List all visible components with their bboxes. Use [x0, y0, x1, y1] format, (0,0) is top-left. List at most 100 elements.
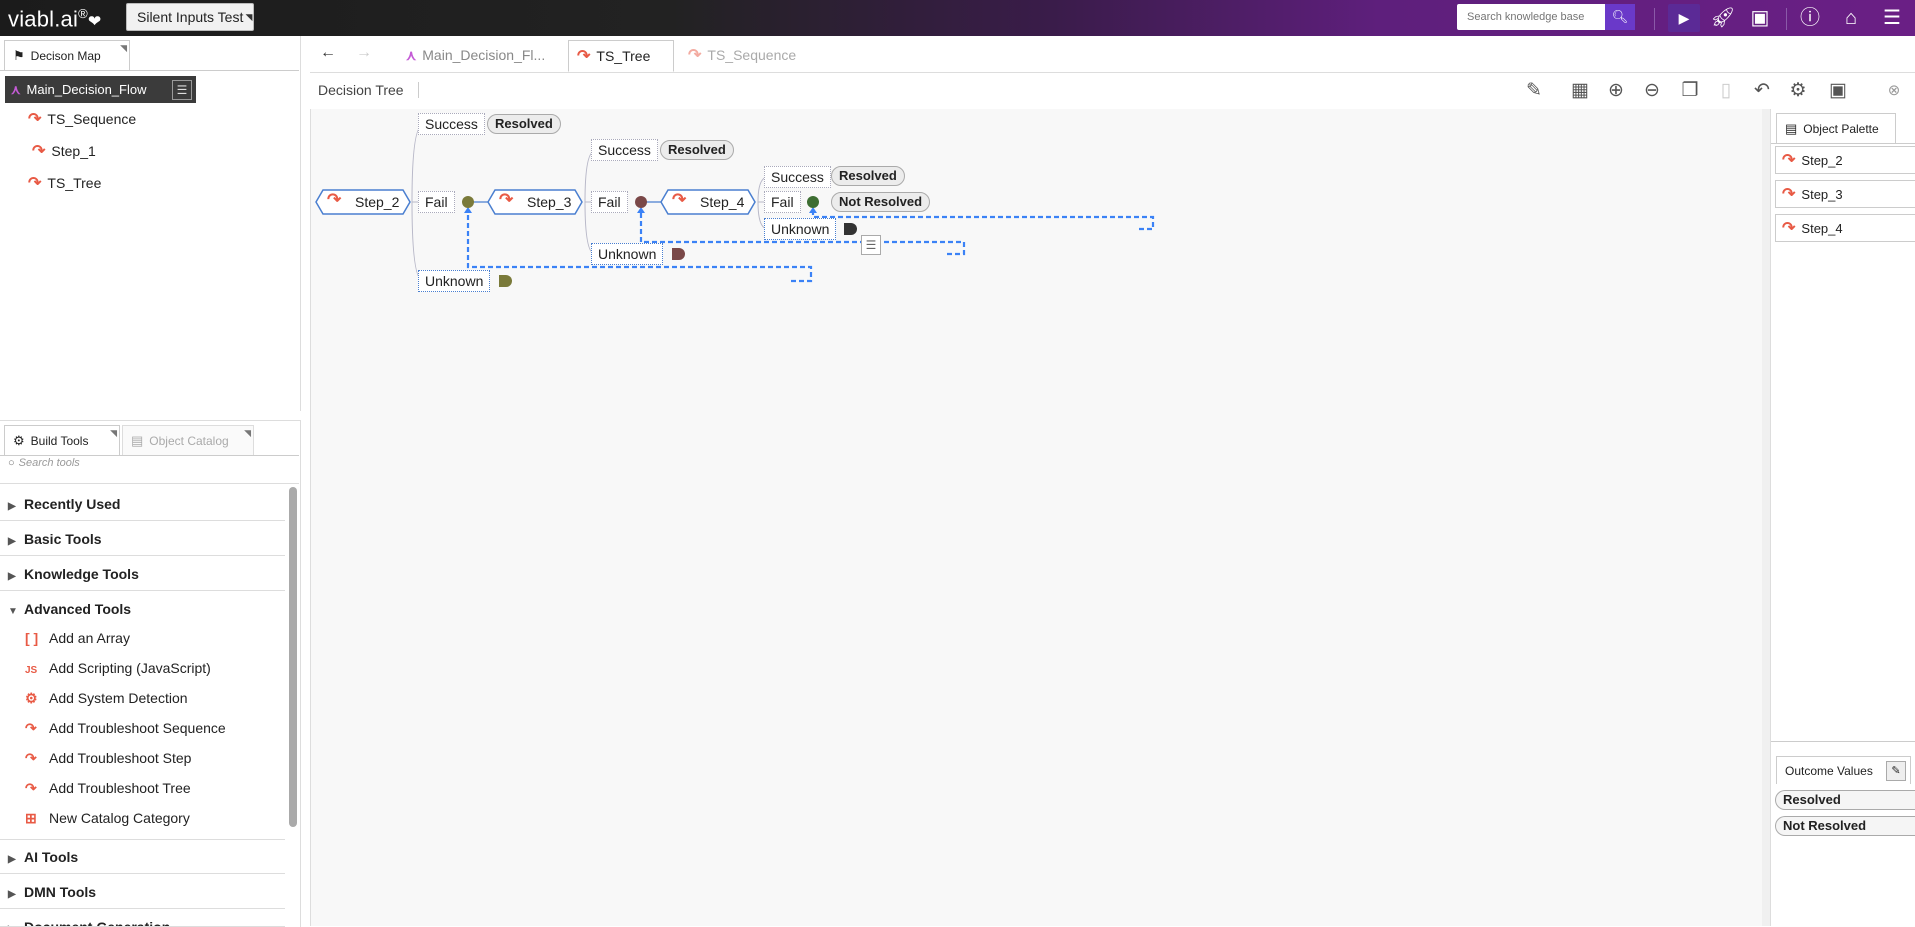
- brand-logo[interactable]: viabl.ai®❤: [8, 6, 101, 32]
- outcome-resolved[interactable]: Resolved: [831, 166, 905, 186]
- tool-add-scripting[interactable]: JS Add Scripting (JavaScript): [25, 655, 211, 681]
- tab-ts-tree[interactable]: ↷ TS_Tree: [568, 40, 674, 72]
- step-label: Step_3: [527, 194, 572, 210]
- tree-item-ts-tree[interactable]: ↷ TS_Tree: [28, 170, 101, 196]
- tab-object-catalog[interactable]: ▤ Object Catalog ◥: [122, 425, 254, 455]
- tree-node-step-2[interactable]: ↷ Step_2: [315, 189, 411, 215]
- link-dot[interactable]: [635, 196, 647, 208]
- category-basic-tools[interactable]: ▶ Basic Tools: [0, 522, 285, 556]
- category-knowledge-tools[interactable]: ▶ Knowledge Tools: [0, 557, 285, 591]
- tree-item-step-1[interactable]: ↷ Step_1: [32, 138, 96, 164]
- tab-build-tools[interactable]: ⚙ Build Tools ◥: [4, 425, 120, 455]
- zoom-out-icon[interactable]: ⊖: [1638, 79, 1666, 103]
- outcome-not-resolved[interactable]: Not Resolved: [831, 192, 931, 212]
- tree-node-step-3[interactable]: ↷ Step_3: [487, 189, 583, 215]
- toolbar-divider: [1786, 8, 1787, 30]
- caret-right-icon: ▶: [8, 889, 16, 900]
- link-dot[interactable]: [462, 196, 474, 208]
- run-button[interactable]: ▶: [1668, 4, 1700, 32]
- divider: [0, 483, 299, 484]
- settings-gear-icon[interactable]: ⚙: [1784, 79, 1812, 103]
- palette-item-step-2[interactable]: ↷ Step_2: [1775, 146, 1915, 174]
- branch-fail[interactable]: Fail: [764, 191, 801, 213]
- tool-label: Add an Array: [49, 630, 130, 646]
- zoom-in-icon[interactable]: ⊕: [1602, 79, 1630, 103]
- scrollbar[interactable]: [289, 487, 297, 827]
- tool-search-input[interactable]: ○ Search tools: [8, 457, 288, 477]
- category-recently-used[interactable]: ▶ Recently Used: [0, 487, 285, 521]
- category-document-generation[interactable]: ▶Document Generation: [0, 910, 285, 927]
- undo-icon[interactable]: ↶: [1748, 79, 1776, 103]
- tool-add-troubleshoot-step[interactable]: ↷ Add Troubleshoot Step: [25, 745, 191, 771]
- dropdown-corner-icon: ◥: [245, 12, 253, 22]
- branch-fail[interactable]: Fail: [591, 191, 628, 213]
- tree-item-ts-sequence[interactable]: ↷ TS_Sequence: [28, 106, 136, 132]
- ts-step-icon: ↷: [1782, 186, 1796, 203]
- outcome-value-resolved[interactable]: Resolved: [1775, 790, 1915, 810]
- outcome-value-not-resolved[interactable]: Not Resolved: [1775, 816, 1915, 836]
- ts-sequence-icon: ↷: [28, 111, 42, 128]
- copy-icon[interactable]: ❐: [1676, 79, 1704, 103]
- paste-icon[interactable]: ▯: [1712, 79, 1740, 103]
- outcome-resolved[interactable]: Resolved: [487, 114, 561, 134]
- tool-add-system-detection[interactable]: ⚙ Add System Detection: [25, 685, 188, 711]
- category-advanced-tools[interactable]: ▼ Advanced Tools: [0, 592, 285, 626]
- back-arrow-icon[interactable]: ←: [320, 44, 336, 62]
- forward-arrow-icon[interactable]: →: [356, 44, 372, 62]
- category-ai-tools[interactable]: ▶ AI Tools: [0, 840, 285, 874]
- tool-add-troubleshoot-sequence[interactable]: ↷ Add Troubleshoot Sequence: [25, 715, 226, 741]
- palette-item-step-3[interactable]: ↷ Step_3: [1775, 180, 1915, 208]
- category-label: Advanced Tools: [24, 601, 132, 617]
- help-button[interactable]: ⓘ: [1794, 4, 1826, 32]
- link-gate[interactable]: [499, 275, 512, 287]
- ts-tree-icon: ↷: [25, 780, 37, 796]
- edit-pencil-icon[interactable]: ✎: [1520, 79, 1548, 103]
- ts-step-icon: ↷: [32, 143, 46, 160]
- tab-object-palette[interactable]: ▤ Object Palette: [1776, 113, 1896, 143]
- caret-right-icon: ▶: [8, 854, 16, 865]
- branch-fail[interactable]: Fail: [418, 191, 455, 213]
- node-menu-icon[interactable]: ☰: [861, 235, 881, 255]
- save-icon[interactable]: ▣: [1824, 79, 1852, 103]
- tree-node-step-4[interactable]: ↷ Step_4: [660, 189, 756, 215]
- tab-main-decision-flow[interactable]: ⋏ Main_Decision_Fl...: [398, 40, 553, 72]
- branch-success[interactable]: Success: [418, 113, 485, 135]
- home-button[interactable]: ⌂: [1835, 4, 1867, 32]
- decision-tree-canvas[interactable]: ↷ Step_2 ↷ Step_3 ↷ Step_4 Success Resol…: [310, 109, 1763, 926]
- category-label: Knowledge Tools: [24, 566, 139, 582]
- link-dot[interactable]: [807, 196, 819, 208]
- tree-item-main-decision-flow[interactable]: ⋏ Main_Decision_Flow ☰: [5, 76, 196, 103]
- panel-splitter[interactable]: [1762, 109, 1770, 926]
- link-gate[interactable]: [844, 223, 857, 235]
- layout-icon[interactable]: ▦: [1566, 79, 1594, 103]
- search-button[interactable]: 🔍︎: [1605, 4, 1635, 30]
- project-name-button[interactable]: Silent Inputs Test ◥: [126, 3, 255, 31]
- outcome-resolved[interactable]: Resolved: [660, 140, 734, 160]
- tool-add-troubleshoot-tree[interactable]: ↷ Add Troubleshoot Tree: [25, 775, 191, 801]
- branch-unknown[interactable]: Unknown: [418, 270, 491, 292]
- branch-success[interactable]: Success: [591, 139, 658, 161]
- close-icon[interactable]: ⊗: [1880, 79, 1908, 103]
- book-icon: ▤: [1785, 121, 1798, 136]
- category-dmn-tools[interactable]: ▶ DMN Tools: [0, 875, 285, 909]
- item-menu-icon[interactable]: ☰: [172, 80, 192, 100]
- tab-decision-map[interactable]: ⚑ Decison Map ◥: [4, 40, 130, 70]
- link-gate[interactable]: [672, 248, 685, 260]
- branch-unknown[interactable]: Unknown: [764, 218, 837, 240]
- tab-label: Decison Map: [30, 49, 101, 63]
- palette-item-step-4[interactable]: ↷ Step_4: [1775, 214, 1915, 242]
- branch-success[interactable]: Success: [764, 166, 831, 188]
- edit-pencil-icon[interactable]: ✎: [1886, 761, 1906, 781]
- tab-ts-sequence[interactable]: ↷ TS_Sequence: [680, 40, 804, 72]
- tab-label: Object Palette: [1803, 122, 1879, 136]
- main-menu-button[interactable]: ☰: [1876, 4, 1908, 32]
- search-placeholder: Search tools: [18, 457, 80, 469]
- branch-unknown[interactable]: Unknown: [591, 243, 664, 265]
- dropdown-corner-icon: ◥: [244, 428, 251, 438]
- tool-add-array[interactable]: [ ] Add an Array: [25, 625, 130, 651]
- knowledge-base-search-input[interactable]: [1457, 4, 1605, 30]
- save-button[interactable]: ▣: [1744, 4, 1776, 32]
- deploy-button[interactable]: 🚀︎: [1707, 4, 1739, 32]
- tool-new-catalog-category[interactable]: ⊞ New Catalog Category: [25, 805, 190, 831]
- brand-heart-icon: ❤: [87, 13, 102, 31]
